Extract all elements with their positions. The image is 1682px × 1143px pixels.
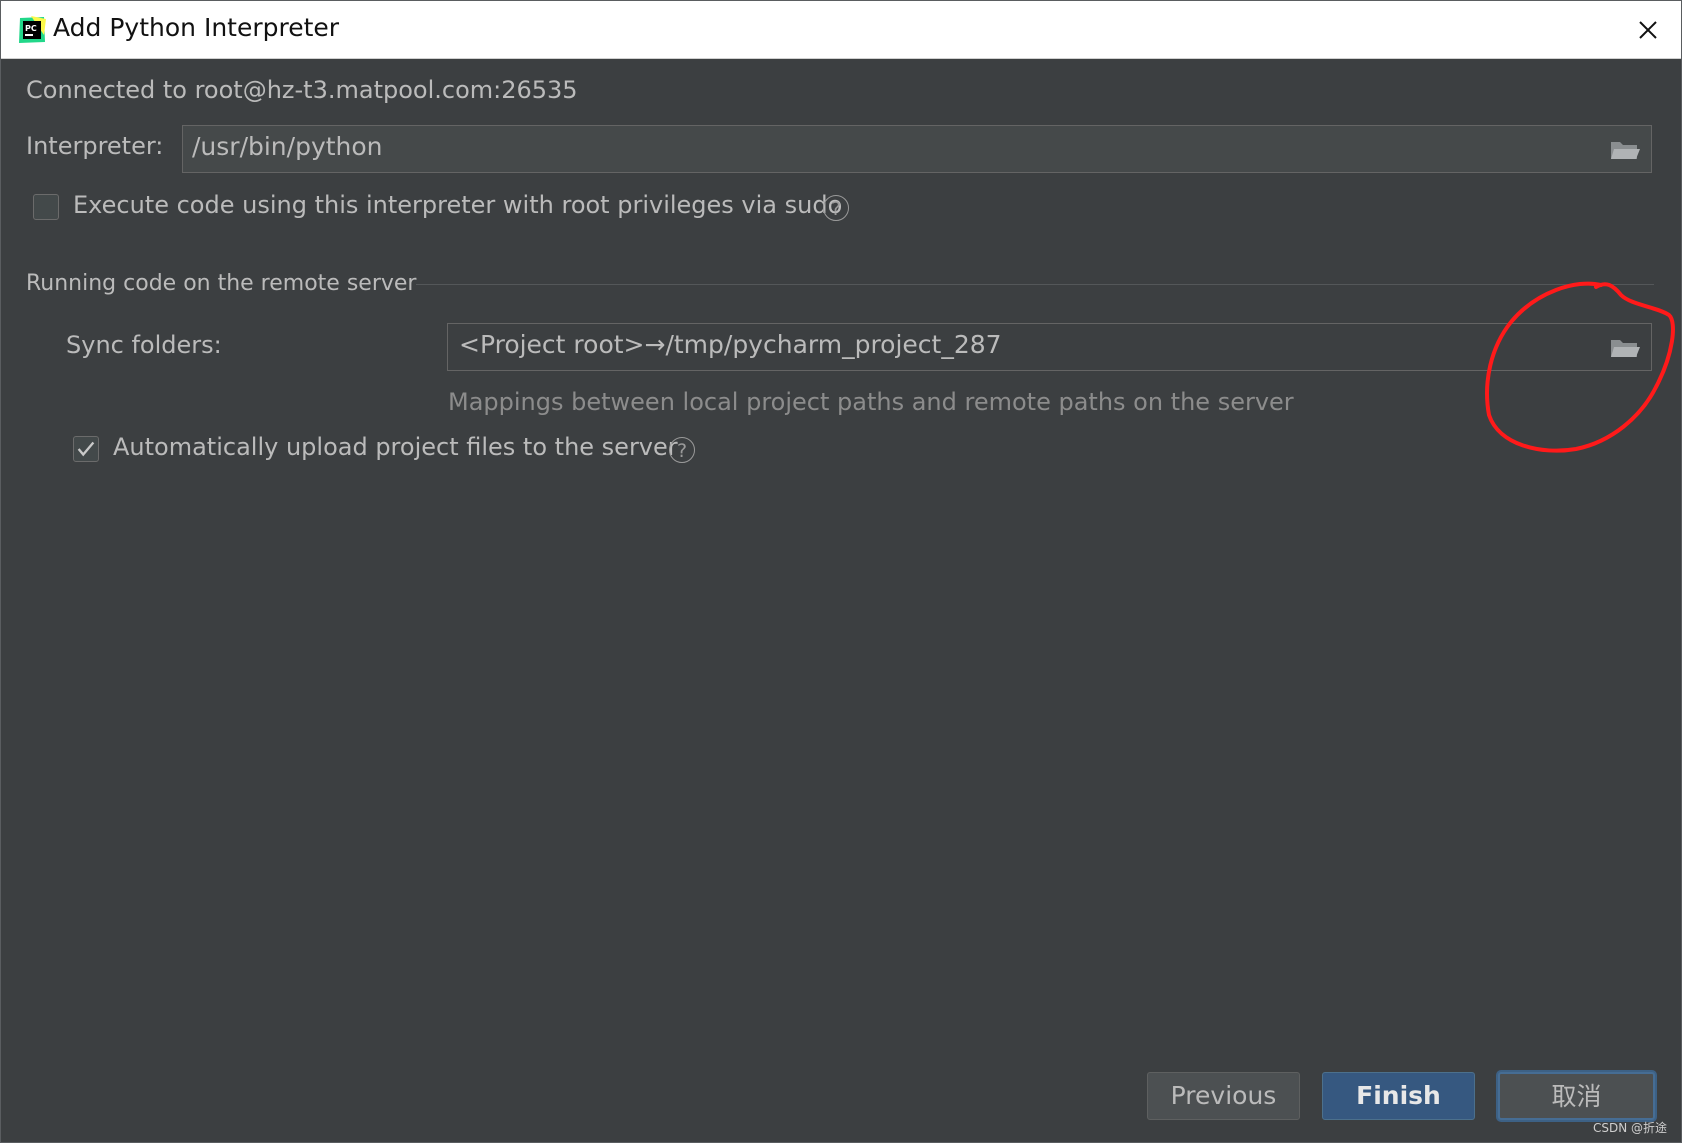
sudo-help-icon[interactable]: ?: [823, 195, 849, 221]
watermark: CSDN @折途: [1592, 1121, 1667, 1135]
dialog-window: PC Add Python Interpreter Connected to r…: [0, 0, 1682, 1143]
finish-button[interactable]: Finish: [1322, 1072, 1475, 1120]
previous-button[interactable]: Previous: [1147, 1072, 1300, 1120]
red-circle-annotation: [1485, 281, 1675, 453]
sync-folders-label: Sync folders:: [66, 331, 222, 359]
title-bar: PC Add Python Interpreter: [1, 1, 1681, 59]
sync-folders-value: <Project root>→/tmp/pycharm_project_287: [459, 330, 1002, 359]
cancel-button[interactable]: 取消: [1498, 1072, 1655, 1120]
auto-upload-label: Automatically upload project files to th…: [113, 433, 678, 461]
connection-label: Connected to root@hz-t3.matpool.com:2653…: [26, 76, 578, 104]
auto-upload-checkbox[interactable]: [73, 436, 99, 462]
auto-upload-help-icon[interactable]: ?: [669, 437, 695, 463]
dialog-title: Add Python Interpreter: [53, 13, 340, 42]
remote-section-title: Running code on the remote server: [26, 271, 417, 296]
interpreter-value: /usr/bin/python: [192, 132, 383, 161]
sync-folders-field[interactable]: <Project root>→/tmp/pycharm_project_287: [447, 323, 1652, 371]
sudo-checkbox[interactable]: [33, 194, 59, 220]
section-divider: [416, 284, 1654, 285]
folder-browse-icon[interactable]: [1609, 138, 1641, 162]
sync-folders-hint: Mappings between local project paths and…: [448, 388, 1294, 416]
interpreter-field[interactable]: /usr/bin/python: [182, 125, 1652, 173]
close-icon[interactable]: [1629, 11, 1667, 49]
pycharm-app-icon: PC: [19, 16, 46, 43]
checkmark-icon: [77, 441, 95, 457]
sudo-label: Execute code using this interpreter with…: [73, 191, 843, 219]
interpreter-label: Interpreter:: [26, 132, 164, 160]
svg-text:PC: PC: [25, 24, 37, 33]
